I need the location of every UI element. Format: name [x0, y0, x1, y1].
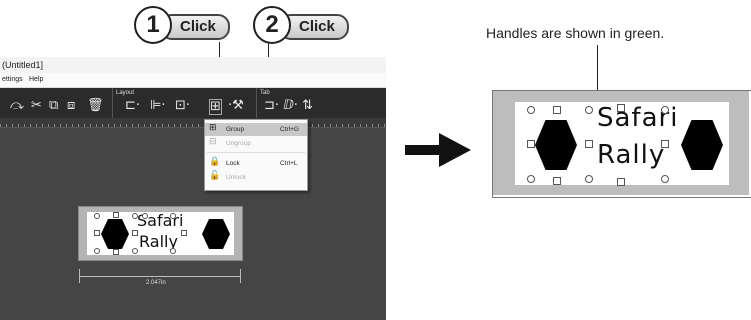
- hexagon-left[interactable]: [101, 219, 129, 249]
- menu-separator: [207, 152, 305, 153]
- width-dimension-label: 2.047in: [146, 280, 166, 286]
- copy-icon[interactable]: ⧉: [49, 99, 58, 113]
- handles-note: Handles are shown in green.: [486, 25, 665, 41]
- width-dimension-line: [80, 276, 240, 277]
- group-dropdown-menu: ⊞ Group Ctrl+G ⊟ Ungroup 🔒 Lock Ctrl+L 🔓…: [204, 119, 308, 191]
- dimension-tick: [79, 269, 80, 283]
- rotate-icon[interactable]: ⤼: [10, 99, 24, 113]
- menu-item-unlock[interactable]: 🔓 Unlock: [205, 171, 307, 184]
- selection-handle[interactable]: [113, 249, 119, 255]
- selection-handle[interactable]: [94, 248, 100, 254]
- step-number-1: 1: [134, 6, 172, 44]
- selection-handle[interactable]: [142, 213, 148, 219]
- zoom-text-line2: Rally: [597, 140, 666, 170]
- paste-icon[interactable]: ⧈: [67, 99, 75, 113]
- app-window: (Untitled1] ettings Help Layout Tab ⤼ ✂ …: [0, 57, 386, 320]
- selection-handle[interactable]: [94, 213, 100, 219]
- align-icon[interactable]: ⊏·: [125, 99, 140, 113]
- menu-item-group[interactable]: ⊞ Group Ctrl+G: [205, 123, 307, 136]
- ribbon-divider: [112, 88, 113, 118]
- group-icon[interactable]: ⊞: [209, 99, 222, 115]
- zoom-paper: Safari Rally: [515, 102, 729, 186]
- unlock-icon: 🔓: [209, 171, 221, 181]
- label-canvas[interactable]: Safari Rally: [78, 206, 243, 261]
- label-paper: Safari Rally: [87, 211, 234, 255]
- window-title: (Untitled1]: [0, 57, 386, 73]
- tab-group-label: Tab: [260, 90, 270, 96]
- order-icon[interactable]: ⊡·: [175, 99, 190, 113]
- menu-item-ungroup[interactable]: ⊟ Ungroup: [205, 137, 307, 150]
- selection-handle: [617, 178, 625, 186]
- selection-handle: [617, 104, 625, 112]
- delete-icon[interactable]: 🗑: [87, 99, 104, 113]
- cut-icon[interactable]: ✂: [31, 99, 42, 113]
- ribbon-divider: [256, 88, 257, 118]
- selection-handle[interactable]: [94, 230, 100, 236]
- selection-handle[interactable]: [170, 248, 176, 254]
- selection-handle: [585, 175, 593, 183]
- selection-handle[interactable]: [113, 212, 119, 218]
- step-number-2: 2: [253, 6, 291, 44]
- selection-handle: [553, 177, 561, 185]
- selection-handle[interactable]: [132, 213, 138, 219]
- zoomed-label: Safari Rally: [492, 90, 751, 198]
- menu-bar: ettings Help: [0, 73, 386, 88]
- selection-handle[interactable]: [181, 230, 187, 236]
- lock-icon: 🔒: [209, 157, 221, 167]
- selection-handle[interactable]: [132, 230, 138, 236]
- selection-handle: [527, 140, 535, 148]
- selection-handle: [527, 106, 535, 114]
- horizontal-ruler: [0, 118, 386, 128]
- menu-item-lock[interactable]: 🔒 Lock Ctrl+L: [205, 157, 307, 170]
- selection-handle: [527, 175, 535, 183]
- selection-handle: [553, 106, 561, 114]
- selection-handle: [661, 106, 669, 114]
- group-icon: ⊞: [209, 123, 217, 133]
- layout-group-label: Layout: [116, 90, 135, 96]
- selection-handle: [661, 175, 669, 183]
- tools-icon[interactable]: ·⚒: [228, 99, 244, 113]
- selection-handle: [661, 140, 669, 148]
- distribute-icon[interactable]: ⊫·: [150, 99, 165, 113]
- hexagon-right[interactable]: [202, 219, 230, 249]
- selection-handle[interactable]: [170, 213, 176, 219]
- ribbon-toolbar: Layout Tab ⤼ ✂ ⧉ ⧈ 🗑 ⊏· ⊫· ⊡· ⊞ ·⚒ ⊐· ⅅ·…: [0, 88, 386, 118]
- menu-help[interactable]: Help: [29, 73, 43, 87]
- selection-handle: [585, 106, 593, 114]
- dimension-tick: [240, 269, 241, 283]
- ungroup-icon: ⊟: [209, 137, 217, 147]
- hexagon-left: [535, 120, 577, 170]
- zoom-frame: Safari Rally: [493, 91, 749, 195]
- right-arrow-icon: [405, 133, 471, 167]
- selection-handle: [585, 140, 593, 148]
- hexagon-right: [681, 120, 723, 170]
- selection-handle[interactable]: [132, 248, 138, 254]
- menu-settings[interactable]: ettings: [2, 73, 23, 87]
- tab-order-icon[interactable]: ⊐· ⅅ· ⇅: [264, 99, 313, 113]
